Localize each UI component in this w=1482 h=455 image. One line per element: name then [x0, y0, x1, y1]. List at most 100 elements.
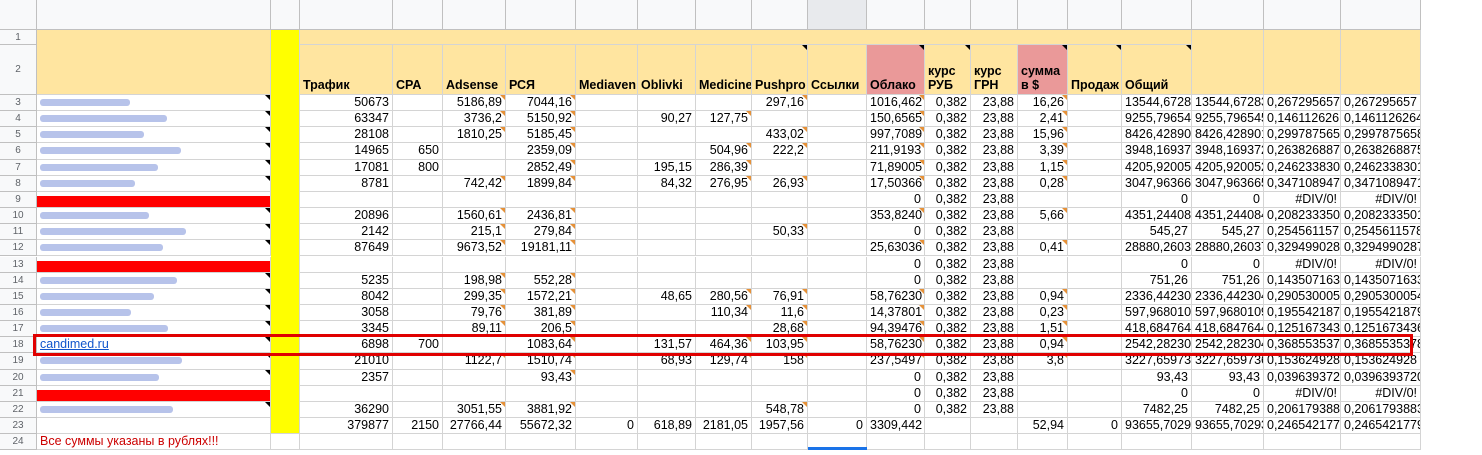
cell-qp-11[interactable]: 0: [867, 224, 925, 241]
row-header-1[interactable]: 1: [0, 30, 37, 45]
row-header-22[interactable]: 22: [0, 401, 37, 418]
column-header-qm[interactable]: [696, 0, 752, 30]
cell-qk-14[interactable]: [576, 272, 638, 289]
row-header-10[interactable]: 10: [0, 208, 37, 225]
cell-qp-17[interactable]: 94,39476: [867, 321, 925, 338]
cell-qm-6[interactable]: 504,96: [696, 143, 752, 160]
cell-qx-22[interactable]: 0,2061793883: [1341, 401, 1421, 418]
cell-qk-10[interactable]: [576, 208, 638, 225]
cell-qg-20[interactable]: 2357: [300, 369, 393, 386]
row-header-19[interactable]: 19: [0, 353, 37, 370]
cell-qm-3[interactable]: [696, 95, 752, 112]
cell-qj-4[interactable]: 5150,92: [506, 111, 576, 128]
cell-qq-19[interactable]: 0,382: [925, 353, 971, 370]
cell-qn-4[interactable]: [752, 111, 808, 128]
cell-qp-19[interactable]: 237,5497: [867, 353, 925, 370]
row-header-18[interactable]: 18: [0, 337, 37, 354]
cell-qn-11[interactable]: 50,33: [752, 224, 808, 241]
column-header-qt[interactable]: [1068, 0, 1122, 30]
cell-qm-4[interactable]: 127,75: [696, 111, 752, 128]
cell-qs-5[interactable]: 15,96: [1018, 127, 1068, 144]
cell-qv-19[interactable]: 3227,659736: [1192, 353, 1264, 370]
cell-qu-8[interactable]: 3047,96366: [1122, 175, 1192, 192]
cell-qu-17[interactable]: 418,684764: [1122, 321, 1192, 338]
cell-qu-10[interactable]: 4351,24408: [1122, 208, 1192, 225]
cell-qr-18[interactable]: 23,88: [971, 337, 1018, 354]
cell-qu-7[interactable]: 4205,92005: [1122, 159, 1192, 176]
cell-qi-6[interactable]: [443, 143, 506, 160]
cell-qh-6[interactable]: 650: [393, 143, 443, 160]
cell-qv-12[interactable]: 28880,26037: [1192, 240, 1264, 257]
cell-qw-17[interactable]: 0,125167343: [1264, 321, 1341, 338]
cell-qi-20[interactable]: [443, 369, 506, 386]
cell-qn-3[interactable]: 297,16: [752, 95, 808, 112]
cell-qv-20[interactable]: 93,43: [1192, 369, 1264, 386]
cell-qk-16[interactable]: [576, 304, 638, 322]
cell-qx-3[interactable]: 0,267295657: [1341, 95, 1421, 112]
cell-qw-23[interactable]: 0,246542177: [1264, 418, 1341, 435]
project-cell-row-16[interactable]: [37, 304, 271, 322]
cell-qp-4[interactable]: 150,6565: [867, 111, 925, 128]
cell-qu-9[interactable]: 0: [1122, 191, 1192, 209]
project-cell-row-19[interactable]: [37, 353, 271, 370]
cell-qw-5[interactable]: 0,299787565: [1264, 127, 1341, 144]
cell-qx-6[interactable]: 0,2638268875: [1341, 143, 1421, 160]
row-header-21[interactable]: 21: [0, 385, 37, 402]
cell-qm-19[interactable]: 129,74: [696, 353, 752, 370]
cell-qj-6[interactable]: 2359,09: [506, 143, 576, 160]
cell-qg-18[interactable]: 6898: [300, 337, 393, 354]
cell-qq-21[interactable]: 0,382: [925, 385, 971, 402]
cell-qx-8[interactable]: 0,3471089471: [1341, 175, 1421, 192]
cell-qp-22[interactable]: 0: [867, 401, 925, 418]
column-header-qp[interactable]: [867, 0, 925, 30]
cell-qg-7[interactable]: 17081: [300, 159, 393, 176]
cell-qh-4[interactable]: [393, 111, 443, 128]
project-cell-row-11[interactable]: [37, 224, 271, 241]
cell-qs-17[interactable]: 1,51: [1018, 321, 1068, 338]
cell-qw-7[interactable]: 0,246233830: [1264, 159, 1341, 176]
cell-qp-13[interactable]: 0: [867, 256, 925, 273]
cell-qj-7[interactable]: 2852,49: [506, 159, 576, 176]
column-header-qo[interactable]: [808, 0, 867, 30]
cell-qg-11[interactable]: 2142: [300, 224, 393, 241]
cell-qx-15[interactable]: 0,2905300054: [1341, 288, 1421, 305]
cell-qr-3[interactable]: 23,88: [971, 95, 1018, 112]
cell-qn-20[interactable]: [752, 369, 808, 386]
cell-qr-11[interactable]: 23,88: [971, 224, 1018, 241]
column-header-qj[interactable]: [506, 0, 576, 30]
cell-qj-16[interactable]: 381,89: [506, 304, 576, 322]
cell-qn-22[interactable]: 548,78: [752, 401, 808, 418]
cell-qn-10[interactable]: [752, 208, 808, 225]
cell-qs-6[interactable]: 3,39: [1018, 143, 1068, 160]
cell-qt-13[interactable]: [1068, 256, 1122, 273]
cell-qm-24[interactable]: [696, 434, 752, 451]
cell-qo-10[interactable]: [808, 208, 867, 225]
cell-qk-8[interactable]: [576, 175, 638, 192]
cell-qs-11[interactable]: [1018, 224, 1068, 241]
subheader-qt[interactable]: Продаж: [1068, 45, 1122, 95]
cell-qs-9[interactable]: [1018, 191, 1068, 209]
cell-qg-4[interactable]: 63347: [300, 111, 393, 128]
cell-qh-14[interactable]: [393, 272, 443, 289]
select-all-corner[interactable]: [0, 0, 37, 30]
cell-qx-18[interactable]: 0,3685535378: [1341, 337, 1421, 354]
row-header-11[interactable]: 11: [0, 224, 37, 241]
cell-qh-15[interactable]: [393, 288, 443, 305]
cell-qx-9[interactable]: #DIV/0!: [1341, 191, 1421, 209]
cell-qx-13[interactable]: #DIV/0!: [1341, 256, 1421, 273]
cell-qt-18[interactable]: [1068, 337, 1122, 354]
cell-qj-20[interactable]: 93,43: [506, 369, 576, 386]
cell-qu-11[interactable]: 545,27: [1122, 224, 1192, 241]
project-cell-row-17[interactable]: [37, 321, 271, 338]
cell-qh-21[interactable]: [393, 385, 443, 402]
cell-qv-14[interactable]: 751,26: [1192, 272, 1264, 289]
column-header-qw[interactable]: [1264, 0, 1341, 30]
cell-ql-14[interactable]: [638, 272, 696, 289]
subheader-qh[interactable]: CPA: [393, 45, 443, 95]
cell-qh-13[interactable]: [393, 256, 443, 273]
cell-qm-14[interactable]: [696, 272, 752, 289]
cell-qi-15[interactable]: 299,35: [443, 288, 506, 305]
cell-qn-23[interactable]: 1957,56: [752, 418, 808, 435]
cell-qr-4[interactable]: 23,88: [971, 111, 1018, 128]
cell-ql-15[interactable]: 48,65: [638, 288, 696, 305]
